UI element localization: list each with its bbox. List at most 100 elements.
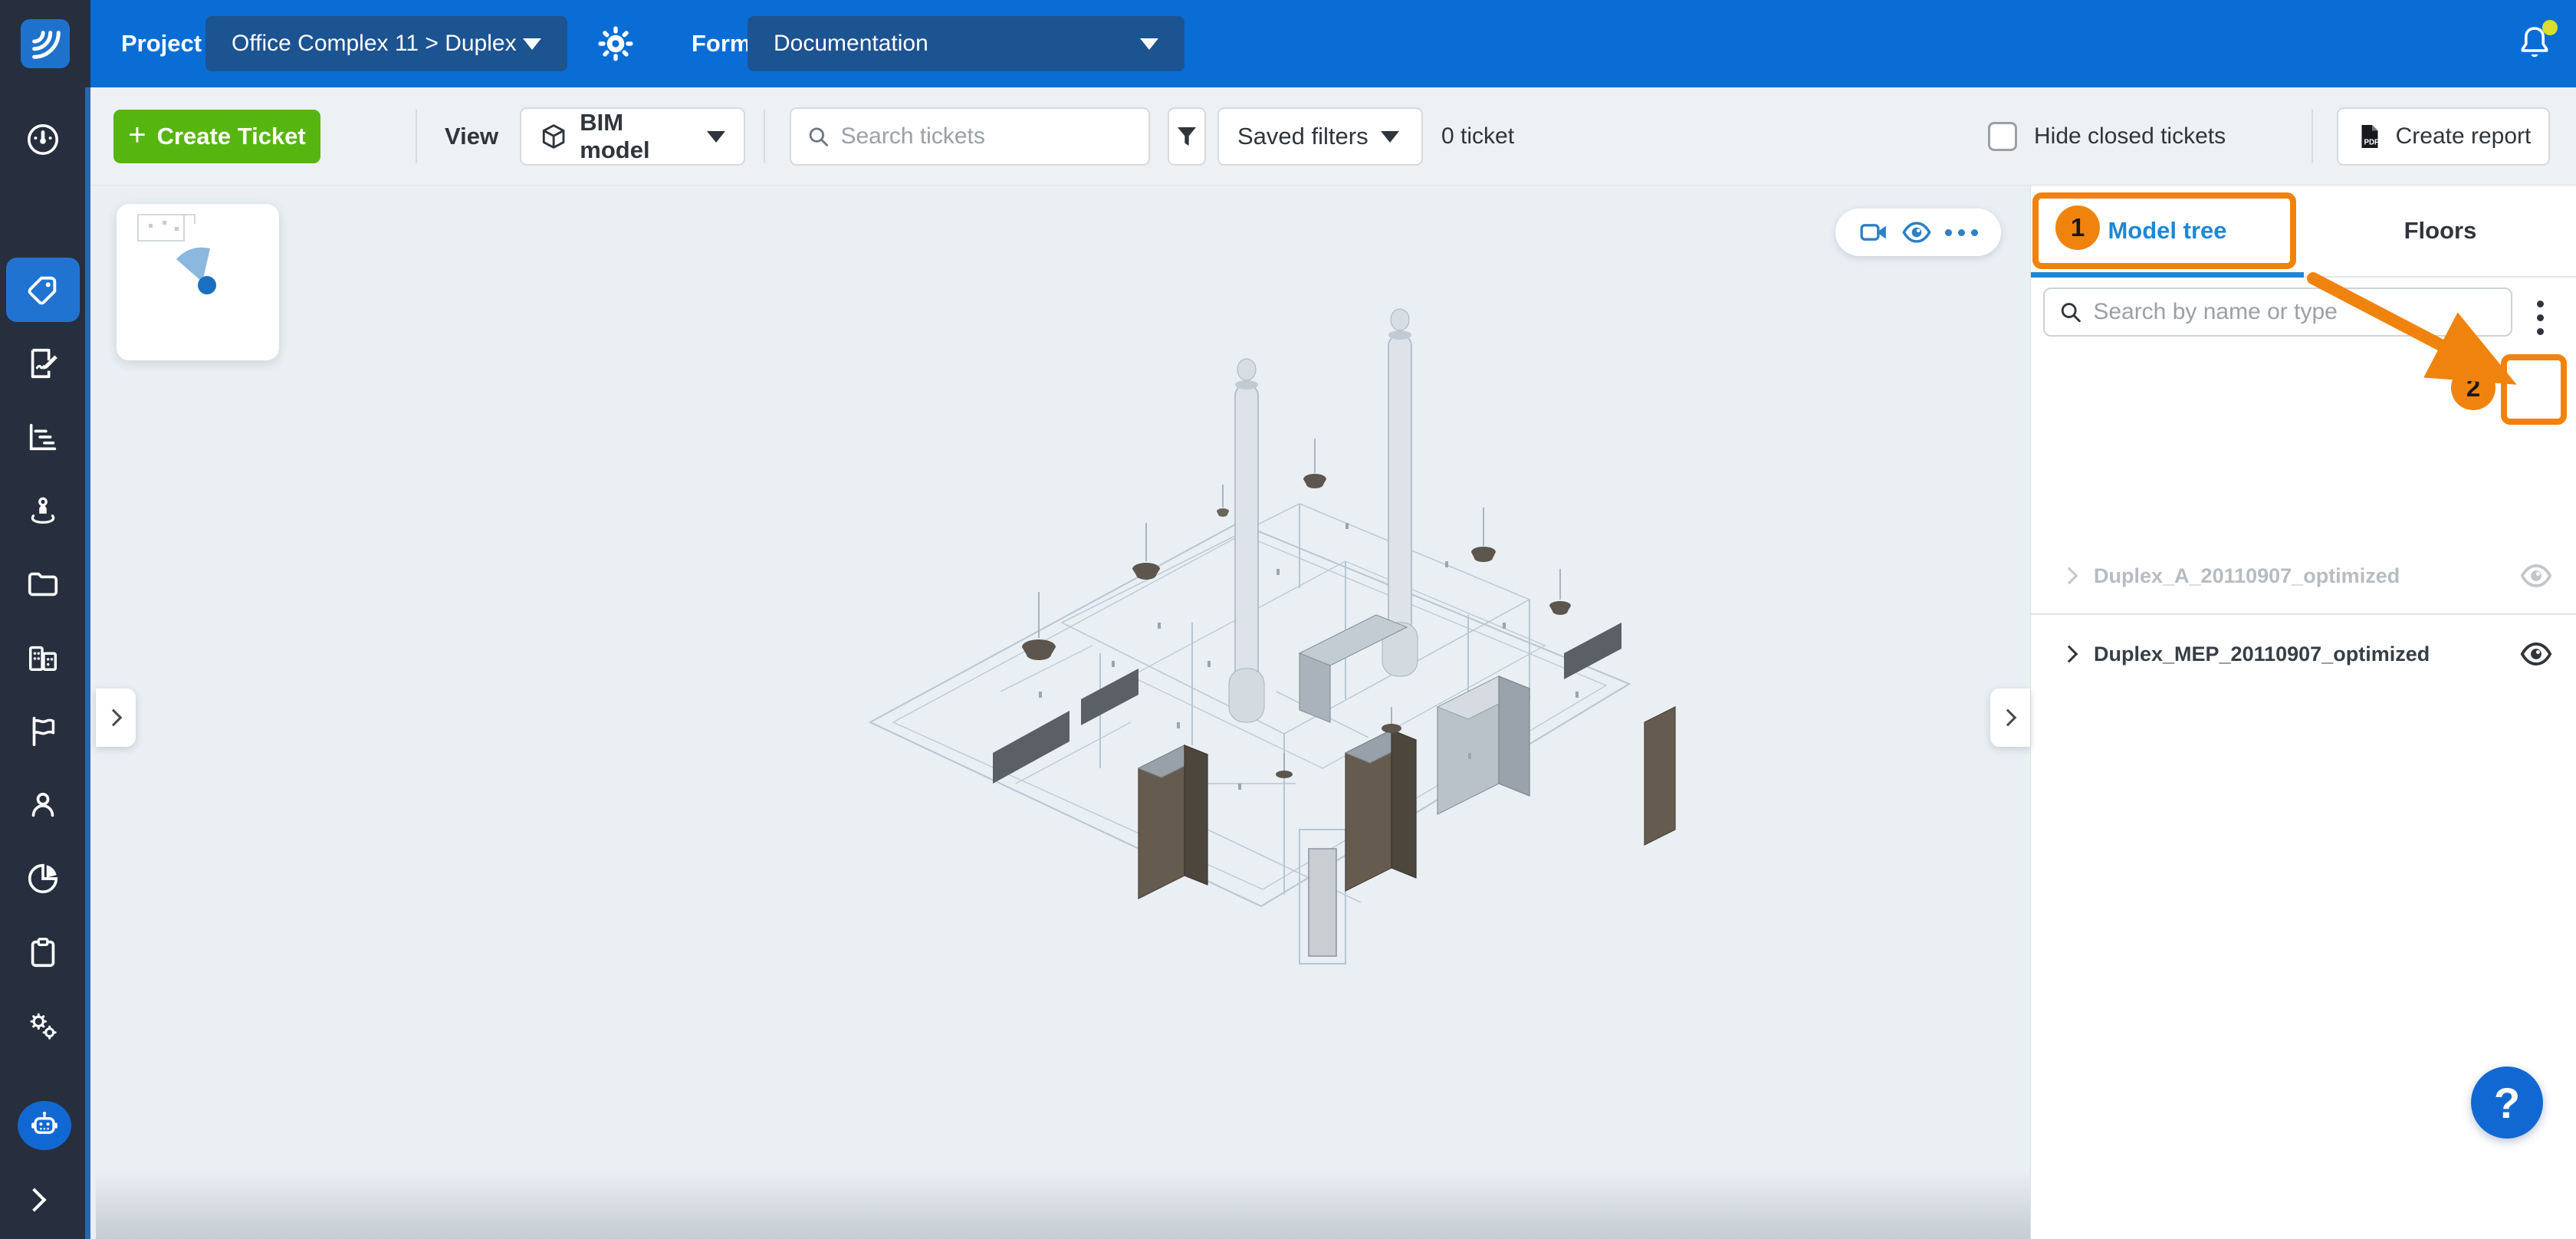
svg-text:PDF: PDF bbox=[2364, 139, 2379, 147]
top-bar: Project Office Complex 11 > Duplex bbox=[0, 0, 2576, 87]
tree-node-name: Duplex_A_20110907_optimized bbox=[2094, 564, 2400, 588]
help-label: ? bbox=[2494, 1078, 2520, 1128]
tab-model-tree-label: Model tree bbox=[2108, 217, 2226, 245]
saved-filters-dropdown[interactable]: Saved filters bbox=[1217, 107, 1423, 166]
project-dropdown[interactable]: Office Complex 11 > Duplex bbox=[205, 16, 567, 71]
view-mode-value: BIM model bbox=[580, 109, 695, 164]
chevron-down-icon bbox=[1381, 131, 1399, 143]
sidebar-item-analytics[interactable] bbox=[6, 846, 80, 911]
document-edit-icon bbox=[25, 346, 61, 381]
create-ticket-label: Create Ticket bbox=[157, 123, 306, 150]
visibility-toggle-on-icon[interactable] bbox=[2518, 636, 2554, 672]
sidebar-item-dashboard[interactable] bbox=[6, 107, 80, 172]
sidebar-item-users[interactable] bbox=[6, 773, 80, 837]
tag-icon bbox=[25, 272, 61, 307]
user-icon bbox=[25, 787, 61, 823]
pdf-file-icon: PDF bbox=[2356, 123, 2384, 150]
tab-model-tree[interactable]: Model tree bbox=[2031, 186, 2304, 276]
sidebar-item-tasks[interactable] bbox=[6, 920, 80, 984]
notifications-button[interactable] bbox=[2516, 25, 2555, 63]
tree-row-duplex-mep[interactable]: Duplex_MEP_20110907_optimized bbox=[2031, 616, 2576, 692]
hide-closed-row: Hide closed tickets bbox=[1988, 87, 2226, 186]
right-panel-collapse-button[interactable] bbox=[1990, 689, 2030, 747]
sidebar-item-companies[interactable] bbox=[6, 626, 80, 690]
divider bbox=[416, 110, 417, 163]
sidebar-item-milestones[interactable] bbox=[6, 699, 80, 764]
project-settings-button[interactable] bbox=[596, 25, 635, 63]
chevron-down-icon bbox=[523, 38, 541, 50]
chevron-right-icon[interactable] bbox=[2061, 567, 2078, 585]
model-tree-search-input[interactable] bbox=[2093, 299, 2497, 325]
chevron-right-icon[interactable] bbox=[2061, 646, 2078, 663]
create-report-label: Create report bbox=[2396, 123, 2532, 150]
form-dropdown[interactable]: Documentation bbox=[748, 16, 1184, 71]
logo-block bbox=[0, 0, 90, 87]
hide-closed-checkbox[interactable] bbox=[1988, 122, 2017, 151]
ai-assistant-button[interactable] bbox=[18, 1101, 71, 1150]
search-icon bbox=[807, 123, 830, 150]
tree-node-name: Duplex_MEP_20110907_optimized bbox=[2094, 643, 2430, 666]
video-camera-icon bbox=[1858, 217, 1889, 248]
model-tree-more-menu[interactable] bbox=[2537, 301, 2544, 335]
sidebar-item-settings[interactable] bbox=[6, 994, 80, 1058]
tab-floors-label: Floors bbox=[2404, 217, 2477, 245]
help-button[interactable]: ? bbox=[2471, 1066, 2543, 1139]
model-tree-search bbox=[2043, 288, 2512, 337]
visibility-button[interactable] bbox=[1901, 216, 1933, 248]
ticket-search bbox=[790, 107, 1150, 166]
chart-icon bbox=[25, 419, 61, 455]
tree-row-duplex-a[interactable]: Duplex_A_20110907_optimized bbox=[2031, 538, 2576, 613]
divider bbox=[2031, 613, 2576, 615]
viewer-more-menu[interactable] bbox=[1945, 229, 1978, 236]
filter-button[interactable] bbox=[1168, 107, 1206, 166]
visibility-toggle-off-icon[interactable] bbox=[2518, 558, 2554, 593]
eye-icon bbox=[1901, 216, 1933, 248]
funnel-icon bbox=[1175, 124, 1199, 149]
bim-model-canvas[interactable] bbox=[809, 293, 1691, 1014]
chevron-right-icon bbox=[1999, 709, 2017, 727]
app-logo[interactable] bbox=[21, 19, 70, 68]
search-icon bbox=[2058, 299, 2082, 325]
clipboard-icon bbox=[25, 935, 61, 970]
buildings-icon bbox=[25, 640, 61, 675]
dashboard-gauge-icon bbox=[25, 122, 61, 157]
app-root: Project Office Complex 11 > Duplex bbox=[0, 0, 2576, 1239]
create-ticket-button[interactable]: + Create Ticket bbox=[113, 110, 320, 163]
chevron-right-icon bbox=[22, 1188, 46, 1211]
pie-chart-icon bbox=[25, 861, 61, 896]
sidebar-item-reports[interactable] bbox=[6, 405, 80, 469]
viewer-toolbar bbox=[1835, 209, 2001, 256]
project-dropdown-value: Office Complex 11 > Duplex bbox=[232, 31, 517, 57]
tab-floors[interactable]: Floors bbox=[2304, 186, 2576, 276]
tickets-toolbar: + Create Ticket View BIM model bbox=[90, 87, 2576, 186]
plus-icon: + bbox=[128, 120, 146, 150]
view-mode-dropdown[interactable]: BIM model bbox=[520, 107, 745, 166]
gears-icon bbox=[25, 1008, 61, 1043]
hide-closed-label: Hide closed tickets bbox=[2034, 123, 2226, 150]
bim-viewer[interactable] bbox=[96, 186, 2030, 1239]
create-report-button[interactable]: PDF Create report bbox=[2337, 107, 2550, 166]
folder-icon bbox=[25, 567, 61, 602]
sidebar-expand-button[interactable] bbox=[26, 1191, 43, 1212]
sidebar-item-forms[interactable] bbox=[6, 331, 80, 396]
saved-filters-label: Saved filters bbox=[1237, 123, 1368, 150]
minimap-thumbnail[interactable] bbox=[117, 204, 279, 360]
divider bbox=[2312, 110, 2313, 163]
sidebar-item-tickets[interactable] bbox=[6, 258, 80, 322]
sidebar-item-documents[interactable] bbox=[6, 552, 80, 616]
chevron-down-icon bbox=[707, 131, 725, 143]
person-location-icon bbox=[25, 493, 61, 528]
form-dropdown-value: Documentation bbox=[774, 31, 928, 57]
ticket-count: 0 ticket bbox=[1441, 87, 1514, 186]
flag-icon bbox=[25, 714, 61, 749]
sidebar-item-site-visits[interactable] bbox=[6, 478, 80, 543]
ticket-search-input[interactable] bbox=[840, 123, 1133, 150]
walkthrough-camera-button[interactable] bbox=[1858, 217, 1889, 248]
project-label: Project bbox=[121, 0, 202, 87]
chevron-down-icon bbox=[1140, 38, 1158, 50]
panel-tabs: Model tree Floors bbox=[2031, 186, 2576, 278]
minimap-content bbox=[117, 204, 279, 360]
chevron-right-icon bbox=[105, 709, 123, 727]
view-label: View bbox=[445, 87, 498, 186]
left-panel-expand-button[interactable] bbox=[96, 689, 136, 747]
